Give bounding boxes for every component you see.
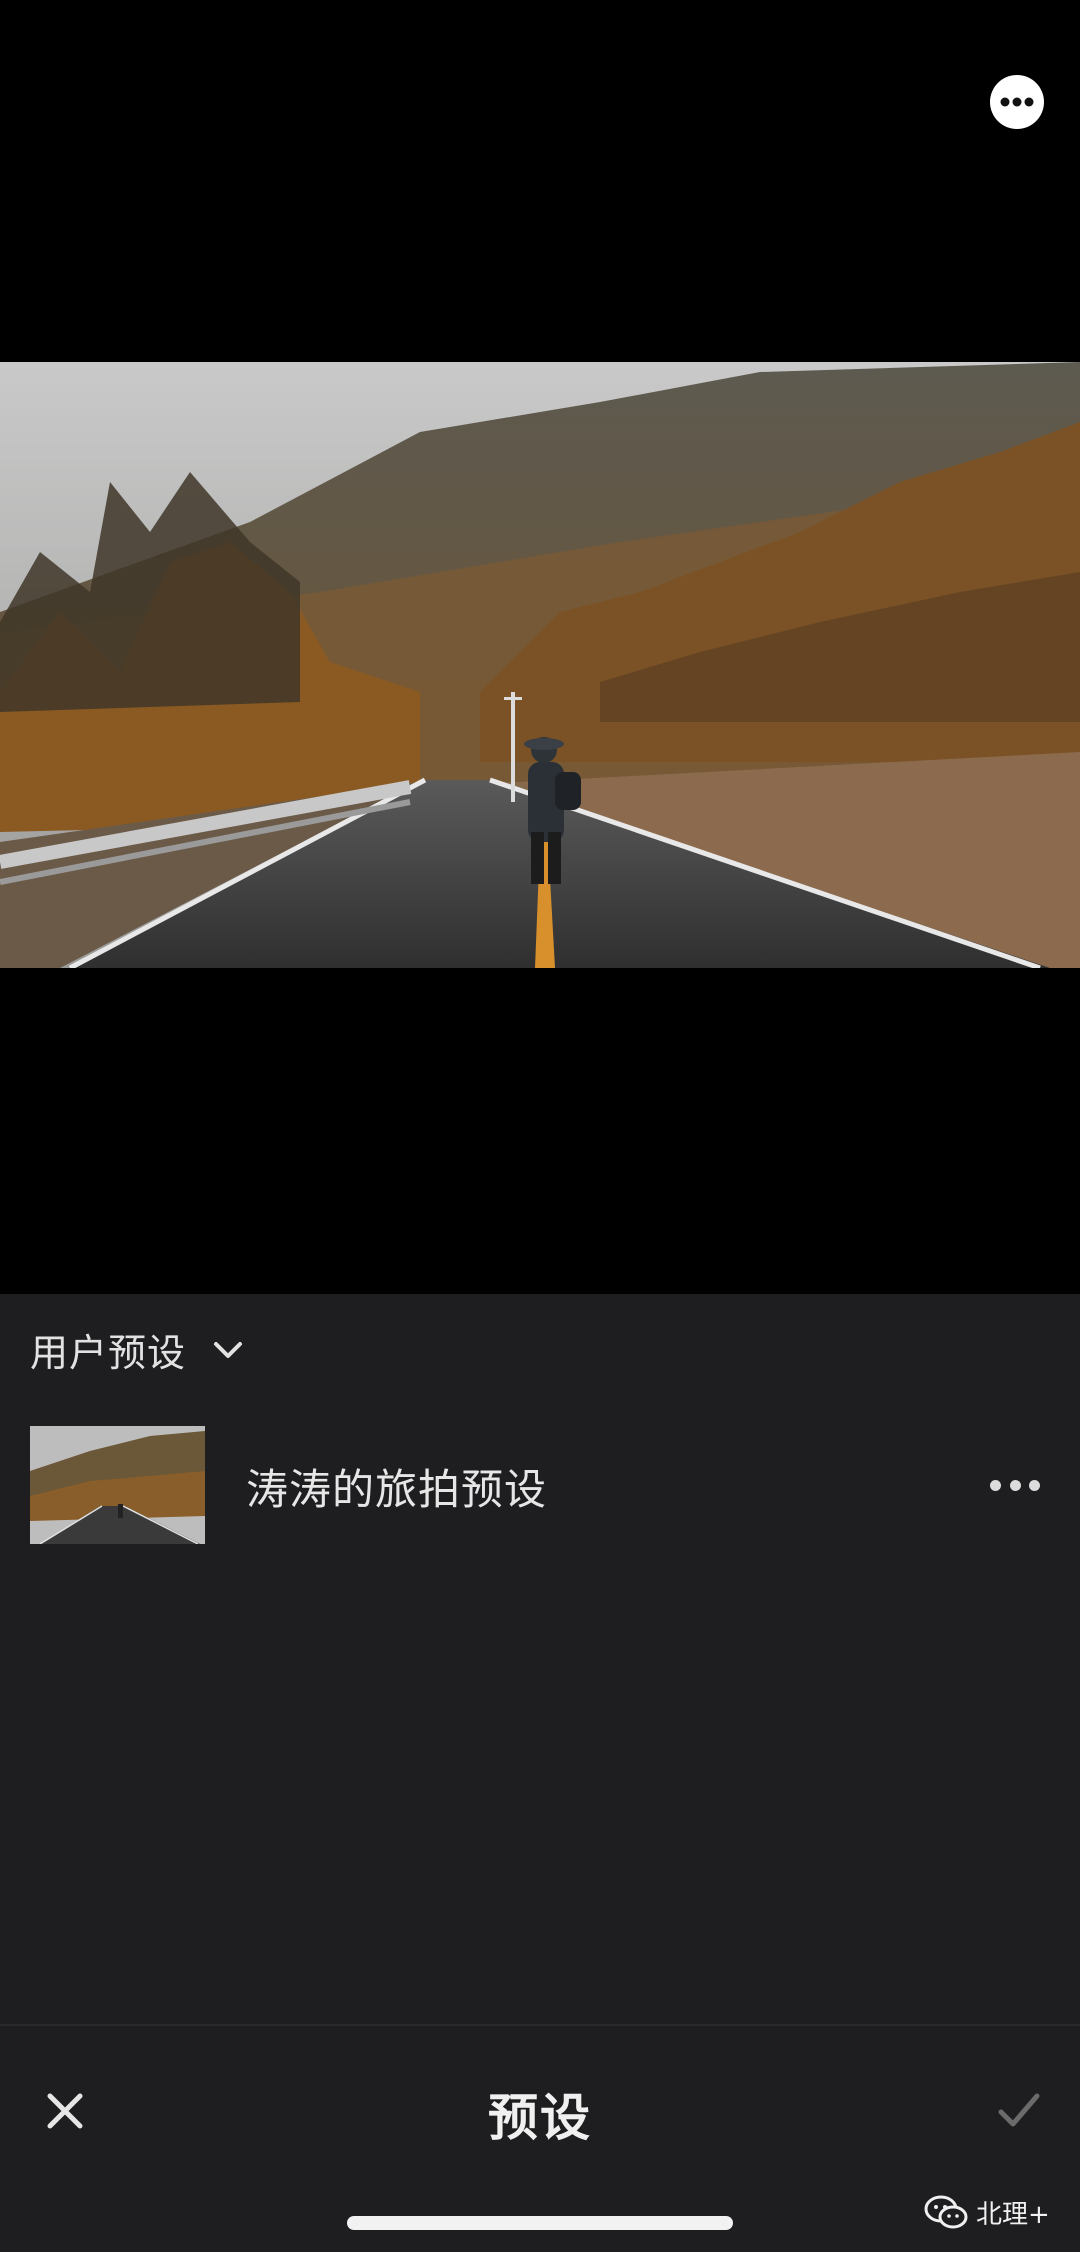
wechat-icon [924, 2195, 968, 2228]
bottom-toolbar: 预设 北理+ [0, 2024, 1080, 2252]
preset-item[interactable]: 涛涛的旅拍预设 [0, 1426, 1080, 1546]
preset-more-button[interactable] [990, 1470, 1040, 1500]
user-presets-dropdown[interactable]: 用户预设 [30, 1322, 246, 1377]
preview-image [0, 362, 1080, 968]
bottom-title: 预设 [488, 2089, 592, 2147]
check-icon[interactable] [993, 2088, 1043, 2134]
watermark: 北理+ [924, 2194, 1050, 2231]
watermark-text: 北理+ [976, 2200, 1050, 2230]
section-title: 用户预设 [30, 1331, 187, 1375]
top-more-button[interactable] [990, 75, 1044, 129]
home-indicator[interactable] [347, 2216, 733, 2230]
more-horizontal-icon [1000, 97, 1034, 107]
preset-name: 涛涛的旅拍预设 [246, 1465, 548, 1514]
chevron-down-icon [214, 1341, 243, 1358]
preset-thumbnail [30, 1426, 205, 1544]
presets-panel: 用户预设 涛涛的旅拍预设 [0, 1294, 1080, 2024]
more-horizontal-icon [990, 1479, 1001, 1491]
